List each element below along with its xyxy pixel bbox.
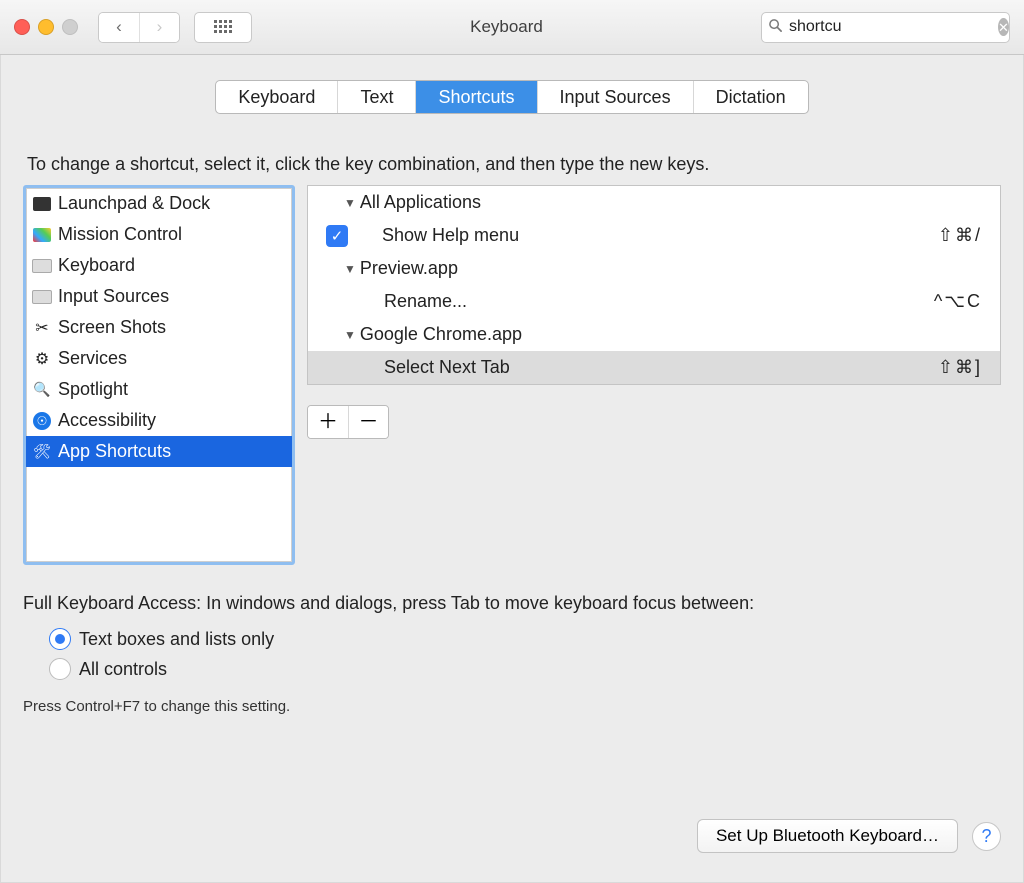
- radio-option[interactable]: Text boxes and lists only: [49, 624, 1001, 654]
- sidebar-item-services[interactable]: ⚙︎ Services: [26, 343, 292, 374]
- shortcut-label: Show Help menu: [382, 225, 938, 246]
- shortcut-label: Select Next Tab: [384, 357, 938, 378]
- search-icon: [768, 18, 783, 37]
- sidebar-item-label: Keyboard: [58, 255, 135, 276]
- chevron-left-icon: ‹: [116, 17, 122, 37]
- search-field[interactable]: ✕: [761, 12, 1010, 43]
- footer: Set Up Bluetooth Keyboard… ?: [23, 805, 1001, 853]
- checkmark-icon: ✓: [331, 227, 344, 245]
- shortcut-list[interactable]: ▼ All Applications ✓ Show Help menu⇧⌘/ ▼ Prev…: [307, 185, 1001, 385]
- x-icon: ✕: [998, 21, 1009, 34]
- shortcut-row[interactable]: Select Next Tab⇧⌘]: [308, 351, 1000, 384]
- add-remove-seg: ＋ －: [307, 405, 389, 439]
- group-name: Preview.app: [360, 258, 458, 279]
- radio-label: All controls: [79, 659, 167, 680]
- help-button[interactable]: ?: [972, 822, 1001, 851]
- full-access-hint: Press Control+F7 to change this setting.: [23, 698, 1001, 715]
- sidebar-item-label: Services: [58, 348, 127, 369]
- app-shortcuts-icon: 🛠: [32, 442, 52, 462]
- shortcut-keys: ⇧⌘/: [938, 225, 982, 246]
- sidebar-item-app-shortcuts[interactable]: 🛠 App Shortcuts: [26, 436, 292, 467]
- question-icon: ?: [981, 826, 991, 847]
- spotlight-icon: 🔍: [32, 380, 52, 400]
- shortcut-label: Rename...: [384, 291, 934, 312]
- sidebar-item-input-sources[interactable]: Input Sources: [26, 281, 292, 312]
- minus-icon: －: [359, 411, 379, 433]
- grid-icon: [214, 20, 232, 34]
- chevron-right-icon: ›: [157, 17, 163, 37]
- traffic-lights: [14, 19, 78, 35]
- sidebar-item-label: Input Sources: [58, 286, 169, 307]
- nav-back-button[interactable]: ‹: [99, 13, 139, 42]
- shortcut-row[interactable]: ✓ Show Help menu⇧⌘/: [308, 219, 1000, 252]
- sidebar-item-label: Launchpad & Dock: [58, 193, 210, 214]
- input-sources-icon: [32, 287, 52, 307]
- launchpad-dock-icon: [32, 194, 52, 214]
- radio-button[interactable]: [49, 658, 71, 680]
- keyboard-icon: [32, 256, 52, 276]
- group-name: All Applications: [360, 192, 481, 213]
- window-title: Keyboard: [470, 17, 543, 37]
- tab-shortcuts[interactable]: Shortcuts: [415, 81, 536, 113]
- titlebar: ‹ › Keyboard ✕: [0, 0, 1024, 55]
- sidebar-item-label: Screen Shots: [58, 317, 166, 338]
- services-icon: ⚙︎: [32, 349, 52, 369]
- sidebar-item-screen-shots[interactable]: ✂︎ Screen Shots: [26, 312, 292, 343]
- zoom-window-button[interactable]: [62, 19, 78, 35]
- shortcut-group[interactable]: ▼ Google Chrome.app: [308, 318, 1000, 351]
- sidebar-item-accessibility[interactable]: ☉ Accessibility: [26, 405, 292, 436]
- shortcut-group[interactable]: ▼ Preview.app: [308, 252, 1000, 285]
- screen-shots-icon: ✂︎: [32, 318, 52, 338]
- shortcut-row[interactable]: Rename...^⌥C: [308, 285, 1000, 318]
- sidebar-item-label: Spotlight: [58, 379, 128, 400]
- disclosure-triangle-icon: ▼: [344, 262, 356, 276]
- columns: Launchpad & Dock Mission Control Keyboard I…: [23, 185, 1001, 565]
- radio-label: Text boxes and lists only: [79, 629, 274, 650]
- tab-input-sources[interactable]: Input Sources: [537, 81, 693, 113]
- sidebar-item-label: App Shortcuts: [58, 441, 171, 462]
- instructions-text: To change a shortcut, select it, click t…: [27, 154, 997, 175]
- remove-shortcut-button[interactable]: －: [348, 406, 388, 438]
- category-sidebar[interactable]: Launchpad & Dock Mission Control Keyboard I…: [23, 185, 295, 565]
- sidebar-item-spotlight[interactable]: 🔍 Spotlight: [26, 374, 292, 405]
- sidebar-item-launchpad-dock[interactable]: Launchpad & Dock: [26, 188, 292, 219]
- disclosure-triangle-icon: ▼: [344, 328, 356, 342]
- full-access-label: Full Keyboard Access: In windows and dia…: [23, 593, 1001, 614]
- shortcut-group[interactable]: ▼ All Applications: [308, 186, 1000, 219]
- sidebar-item-label: Accessibility: [58, 410, 156, 431]
- detail-column: ▼ All Applications ✓ Show Help menu⇧⌘/ ▼ Prev…: [307, 185, 1001, 439]
- sidebar-item-label: Mission Control: [58, 224, 182, 245]
- disclosure-triangle-icon: ▼: [344, 196, 356, 210]
- radio-button[interactable]: [49, 628, 71, 650]
- plus-icon: ＋: [318, 411, 338, 433]
- below-columns: ＋ －: [307, 395, 1001, 439]
- mission-control-icon: [32, 225, 52, 245]
- search-input[interactable]: [787, 17, 998, 37]
- setup-bluetooth-button[interactable]: Set Up Bluetooth Keyboard…: [697, 819, 958, 853]
- group-name: Google Chrome.app: [360, 324, 522, 345]
- minimize-window-button[interactable]: [38, 19, 54, 35]
- show-all-prefs-button[interactable]: [194, 12, 252, 43]
- window: ‹ › Keyboard ✕: [0, 0, 1024, 883]
- pref-tabbar: KeyboardTextShortcutsInput SourcesDictat…: [215, 80, 808, 114]
- nav-forward-button[interactable]: ›: [139, 13, 179, 42]
- tab-keyboard[interactable]: Keyboard: [216, 81, 337, 113]
- checkbox[interactable]: ✓: [326, 225, 348, 247]
- shortcut-keys: ^⌥C: [934, 291, 982, 312]
- tab-dictation[interactable]: Dictation: [693, 81, 808, 113]
- close-window-button[interactable]: [14, 19, 30, 35]
- clear-search-button[interactable]: ✕: [998, 18, 1009, 36]
- full-access-radio-group: Text boxes and lists only All controls: [23, 624, 1001, 684]
- add-shortcut-button[interactable]: ＋: [308, 406, 348, 438]
- sidebar-item-mission-control[interactable]: Mission Control: [26, 219, 292, 250]
- sidebar-item-keyboard[interactable]: Keyboard: [26, 250, 292, 281]
- accessibility-icon: ☉: [32, 411, 52, 431]
- shortcut-keys: ⇧⌘]: [938, 357, 982, 378]
- nav-back-forward: ‹ ›: [98, 12, 180, 43]
- tab-text[interactable]: Text: [337, 81, 415, 113]
- radio-option[interactable]: All controls: [49, 654, 1001, 684]
- content-pane: KeyboardTextShortcutsInput SourcesDictat…: [23, 80, 1001, 853]
